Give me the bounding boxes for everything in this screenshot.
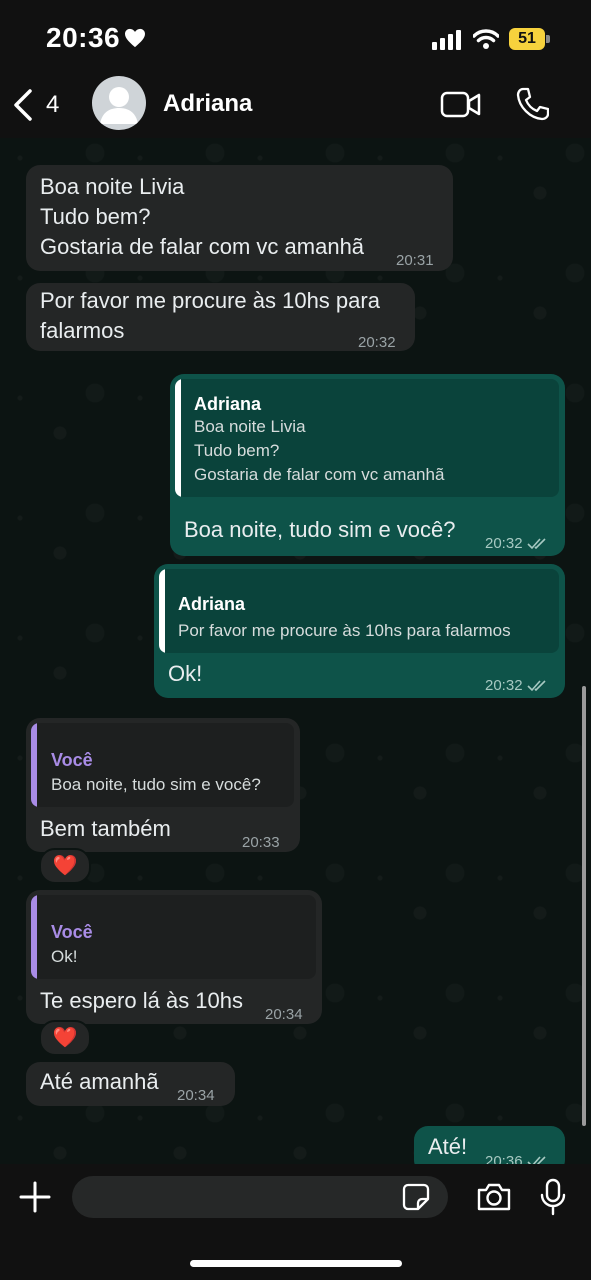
quote-accent-bar: [31, 723, 37, 807]
quote-text: Boa noite, tudo sim e você?: [51, 775, 261, 794]
quote-text: Ok!: [51, 947, 78, 966]
video-call-icon[interactable]: [440, 90, 482, 120]
message-text: Por favor me procure às 10hs para: [40, 288, 380, 313]
message-text: Tudo bem?: [40, 204, 151, 229]
scrollbar[interactable]: [582, 686, 586, 1126]
reaction-heart[interactable]: ❤️: [39, 848, 91, 884]
quote-text: Por favor me procure às 10hs para falarm…: [178, 621, 511, 640]
double-check-icon: [526, 1156, 546, 1164]
message-time-text: 20:32: [485, 535, 523, 552]
message-time: 20:32: [358, 334, 396, 351]
quote-accent-bar: [175, 379, 181, 497]
message-incoming[interactable]: Boa noite Livia Tudo bem? Gostaria de fa…: [26, 165, 453, 271]
message-time: 20:32: [485, 671, 547, 701]
reply-quote[interactable]: Você Ok!: [31, 895, 316, 979]
message-incoming[interactable]: Você Boa noite, tudo sim e você? Bem tam…: [26, 718, 300, 852]
message-time: 20:33: [242, 834, 280, 851]
reply-quote[interactable]: Você Boa noite, tudo sim e você?: [31, 723, 294, 807]
back-chevron-icon[interactable]: [12, 88, 34, 122]
message-text: Ok!: [168, 661, 203, 686]
message-outgoing[interactable]: Adriana Boa noite Livia Tudo bem? Gostar…: [170, 374, 565, 556]
quote-author: Você: [51, 750, 93, 770]
battery-tip: [546, 35, 550, 43]
message-text: falarmos: [40, 318, 125, 343]
heart-icon: [125, 28, 145, 48]
chat-area[interactable]: Boa noite Livia Tudo bem? Gostaria de fa…: [0, 138, 591, 1164]
plus-icon[interactable]: [18, 1180, 52, 1214]
message-time-text: 20:36: [485, 1153, 523, 1164]
message-input[interactable]: [72, 1176, 448, 1218]
double-check-icon: [526, 538, 546, 550]
message-time: 20:36: [485, 1147, 547, 1164]
quote-author: Adriana: [178, 594, 246, 614]
message-outgoing[interactable]: Até! 20:36: [414, 1126, 565, 1164]
quote-text: Boa noite Livia: [194, 417, 306, 436]
message-text: Até!: [428, 1134, 468, 1159]
sticker-icon[interactable]: [402, 1183, 430, 1211]
status-time: 20:36: [46, 22, 121, 53]
reply-quote[interactable]: Adriana Boa noite Livia Tudo bem? Gostar…: [175, 379, 559, 497]
input-bar: [0, 1164, 591, 1280]
message-time: 20:34: [265, 1006, 303, 1023]
battery-indicator: 51: [509, 28, 545, 50]
camera-icon[interactable]: [476, 1182, 512, 1212]
contact-name[interactable]: Adriana: [163, 90, 252, 118]
wifi-icon: [473, 29, 499, 49]
double-check-icon: [526, 680, 546, 692]
message-incoming[interactable]: Até amanhã 20:34: [26, 1062, 235, 1106]
message-text: Até amanhã: [40, 1069, 159, 1094]
message-text: Boa noite Livia: [40, 174, 185, 199]
message-outgoing[interactable]: Adriana Por favor me procure às 10hs par…: [154, 564, 565, 698]
message-time-text: 20:32: [485, 677, 523, 694]
unread-count[interactable]: 4: [46, 91, 59, 119]
message-time: 20:34: [177, 1087, 215, 1104]
avatar-icon[interactable]: [92, 76, 146, 130]
message-text: Bem também: [40, 816, 171, 841]
reaction-heart[interactable]: ❤️: [39, 1020, 91, 1056]
message-incoming[interactable]: Você Ok! Te espero lá às 10hs 20:34: [26, 890, 322, 1024]
message-text: Gostaria de falar com vc amanhã: [40, 234, 365, 259]
chat-header: 4 Adriana: [0, 76, 591, 138]
quote-text: Gostaria de falar com vc amanhã: [194, 465, 445, 484]
message-time: 20:32: [485, 529, 547, 559]
mic-icon[interactable]: [540, 1178, 566, 1216]
message-text: Boa noite, tudo sim e você?: [184, 517, 456, 542]
signal-icon: [432, 30, 461, 50]
quote-accent-bar: [31, 895, 37, 979]
message-time: 20:31: [396, 252, 434, 269]
message-incoming[interactable]: Por favor me procure às 10hs para falarm…: [26, 283, 415, 351]
reply-quote[interactable]: Adriana Por favor me procure às 10hs par…: [159, 569, 559, 653]
quote-author: Você: [51, 922, 93, 942]
quote-text: Tudo bem?: [194, 441, 280, 460]
phone-icon[interactable]: [515, 86, 549, 122]
quote-accent-bar: [159, 569, 165, 653]
message-text: Te espero lá às 10hs: [40, 988, 244, 1013]
home-indicator: [190, 1260, 402, 1267]
status-bar: 20:36 51: [0, 0, 591, 80]
